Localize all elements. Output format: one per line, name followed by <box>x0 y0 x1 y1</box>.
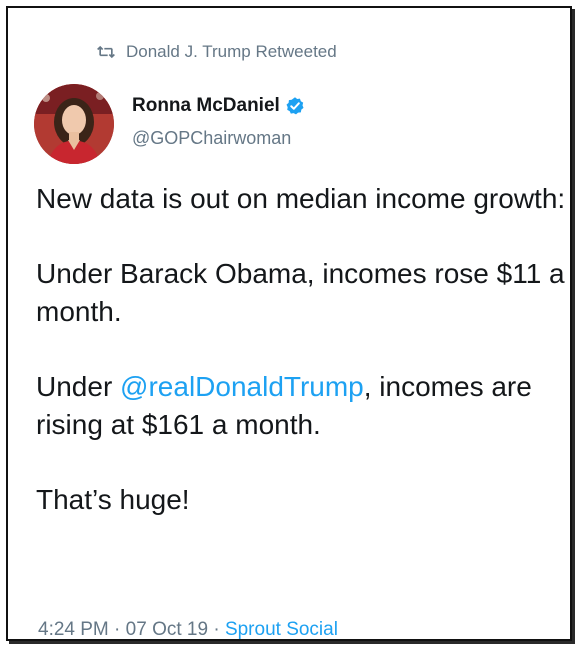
tweet-metadata: 4:24 PM · 07 Oct 19 · Sprout Social <box>38 619 338 641</box>
meta-separator: · <box>108 619 126 640</box>
tweet-text-fragment: Under <box>36 371 121 402</box>
retweet-icon <box>97 45 115 59</box>
tweet-paragraph: Under @realDonaldTrump, incomes are risi… <box>36 368 568 444</box>
mention-link[interactable]: @realDonaldTrump <box>120 371 364 402</box>
avatar-image <box>34 84 114 164</box>
meta-separator: · <box>208 619 225 640</box>
tweet-paragraph: New data is out on median income growth: <box>36 183 566 214</box>
tweet-date[interactable]: 07 Oct 19 <box>126 619 208 640</box>
avatar[interactable] <box>34 84 114 164</box>
tweet-time[interactable]: 4:24 PM <box>38 619 109 640</box>
verified-badge-icon <box>286 97 304 115</box>
tweet-text: New data is out on median income growth:… <box>36 180 568 556</box>
author-display-name[interactable]: Ronna McDaniel <box>132 95 280 117</box>
tweet-paragraph: That’s huge! <box>36 484 190 515</box>
author-info: Ronna McDaniel @GOPChairwoman <box>132 94 305 149</box>
author-handle[interactable]: @GOPChairwoman <box>132 128 305 149</box>
tweet-card: Donald J. Trump Retweeted Ronna McDaniel… <box>6 6 572 641</box>
retweet-banner: Donald J. Trump Retweeted <box>96 40 337 64</box>
retweet-text: Donald J. Trump Retweeted <box>126 42 337 61</box>
source-link[interactable]: Sprout Social <box>225 619 338 640</box>
tweet-paragraph: Under Barack Obama, incomes rose $11 a m… <box>36 258 565 327</box>
